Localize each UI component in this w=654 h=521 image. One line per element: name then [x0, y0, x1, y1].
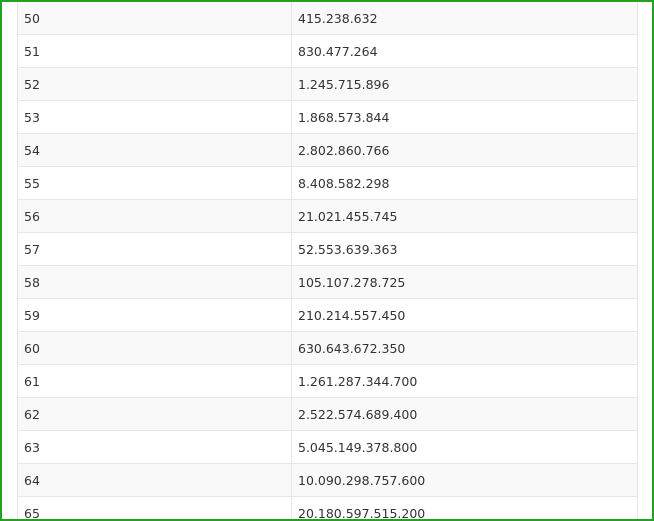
table-row: 59 210.214.557.450 [17, 298, 638, 332]
value-cell: 105.107.278.725 [291, 265, 638, 299]
level-cell: 50 [17, 2, 292, 35]
value-cell: 2.522.574.689.400 [291, 397, 638, 431]
table-row: 65 20.180.597.515.200 [17, 496, 638, 519]
data-table: 50 415.238.632 51 830.477.264 52 1.245.7… [17, 2, 638, 519]
table-row: 60 630.643.672.350 [17, 331, 638, 365]
table-row: 63 5.045.149.378.800 [17, 430, 638, 464]
table-row: 62 2.522.574.689.400 [17, 397, 638, 431]
level-cell: 58 [17, 265, 292, 299]
value-cell: 5.045.149.378.800 [291, 430, 638, 464]
value-cell: 1.261.287.344.700 [291, 364, 638, 398]
level-cell: 63 [17, 430, 292, 464]
table-row: 55 8.408.582.298 [17, 166, 638, 200]
level-cell: 57 [17, 232, 292, 266]
level-cell: 56 [17, 199, 292, 233]
value-cell: 20.180.597.515.200 [291, 496, 638, 519]
level-cell: 51 [17, 34, 292, 68]
table-row: 54 2.802.860.766 [17, 133, 638, 167]
table-row: 53 1.868.573.844 [17, 100, 638, 134]
level-cell: 64 [17, 463, 292, 497]
value-cell: 52.553.639.363 [291, 232, 638, 266]
value-cell: 630.643.672.350 [291, 331, 638, 365]
value-cell: 21.021.455.745 [291, 199, 638, 233]
value-cell: 8.408.582.298 [291, 166, 638, 200]
level-cell: 60 [17, 331, 292, 365]
value-cell: 415.238.632 [291, 2, 638, 35]
table-row: 57 52.553.639.363 [17, 232, 638, 266]
table-row: 61 1.261.287.344.700 [17, 364, 638, 398]
table-row: 51 830.477.264 [17, 34, 638, 68]
level-cell: 65 [17, 496, 292, 519]
value-cell: 830.477.264 [291, 34, 638, 68]
level-cell: 55 [17, 166, 292, 200]
table-row: 64 10.090.298.757.600 [17, 463, 638, 497]
level-cell: 54 [17, 133, 292, 167]
table-row: 52 1.245.715.896 [17, 67, 638, 101]
level-cell: 53 [17, 100, 292, 134]
level-cell: 62 [17, 397, 292, 431]
value-cell: 10.090.298.757.600 [291, 463, 638, 497]
value-cell: 210.214.557.450 [291, 298, 638, 332]
content-frame: 50 415.238.632 51 830.477.264 52 1.245.7… [0, 0, 654, 521]
level-cell: 61 [17, 364, 292, 398]
value-cell: 1.868.573.844 [291, 100, 638, 134]
table-row: 50 415.238.632 [17, 2, 638, 35]
table-row: 56 21.021.455.745 [17, 199, 638, 233]
table-container: 50 415.238.632 51 830.477.264 52 1.245.7… [17, 2, 638, 519]
level-cell: 52 [17, 67, 292, 101]
table-row: 58 105.107.278.725 [17, 265, 638, 299]
value-cell: 1.245.715.896 [291, 67, 638, 101]
value-cell: 2.802.860.766 [291, 133, 638, 167]
level-cell: 59 [17, 298, 292, 332]
